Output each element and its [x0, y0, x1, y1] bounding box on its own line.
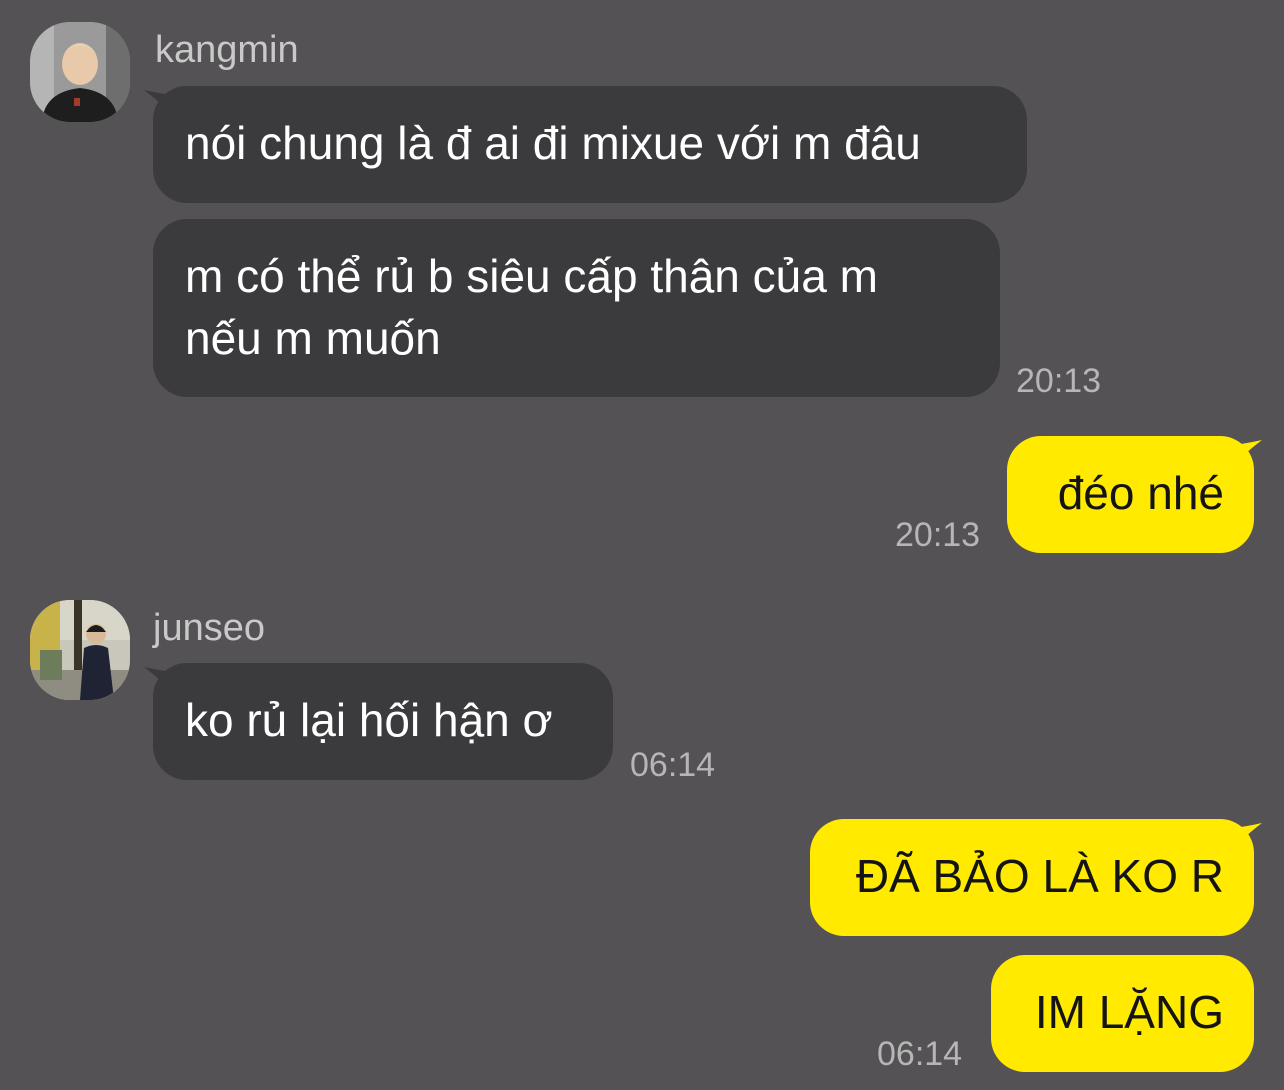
bubble-tail — [1226, 823, 1262, 859]
profile-photo-icon — [30, 600, 130, 700]
message-text-line: m có thể rủ b siêu cấp thân của m — [185, 250, 878, 302]
message-timestamp: 20:13 — [895, 516, 981, 554]
message-bubble-outgoing[interactable]: đéo nhé — [1007, 436, 1254, 553]
message-timestamp: 20:13 — [1016, 362, 1102, 400]
message-text-line: nếu m muốn — [185, 312, 441, 364]
sender-name: kangmin — [155, 29, 299, 71]
message-text: đéo nhé — [1057, 467, 1224, 519]
sender-name: junseo — [153, 607, 265, 649]
bubble-tail — [1226, 440, 1262, 476]
avatar-junseo[interactable] — [30, 600, 130, 700]
message-timestamp: 06:14 — [630, 746, 716, 784]
message-bubble-outgoing[interactable]: ĐÃ BẢO LÀ KO R — [810, 819, 1254, 936]
message-bubble-incoming[interactable]: m có thể rủ b siêu cấp thân của m nếu m … — [153, 219, 1000, 397]
avatar-kangmin[interactable] — [30, 22, 130, 122]
message-bubble-incoming[interactable]: nói chung là đ ai đi mixue với m đâu — [153, 86, 1027, 203]
message-text: ĐÃ BẢO LÀ KO R — [855, 850, 1224, 902]
profile-photo-icon — [30, 22, 130, 122]
message-timestamp: 06:14 — [877, 1035, 963, 1073]
message-bubble-outgoing[interactable]: IM LẶNG — [991, 955, 1254, 1072]
message-text: ko rủ lại hối hận ơ — [185, 694, 553, 746]
message-text: IM LẶNG — [1034, 986, 1224, 1038]
message-text: nói chung là đ ai đi mixue với m đâu — [185, 117, 921, 169]
message-bubble-incoming[interactable]: ko rủ lại hối hận ơ — [153, 663, 613, 780]
